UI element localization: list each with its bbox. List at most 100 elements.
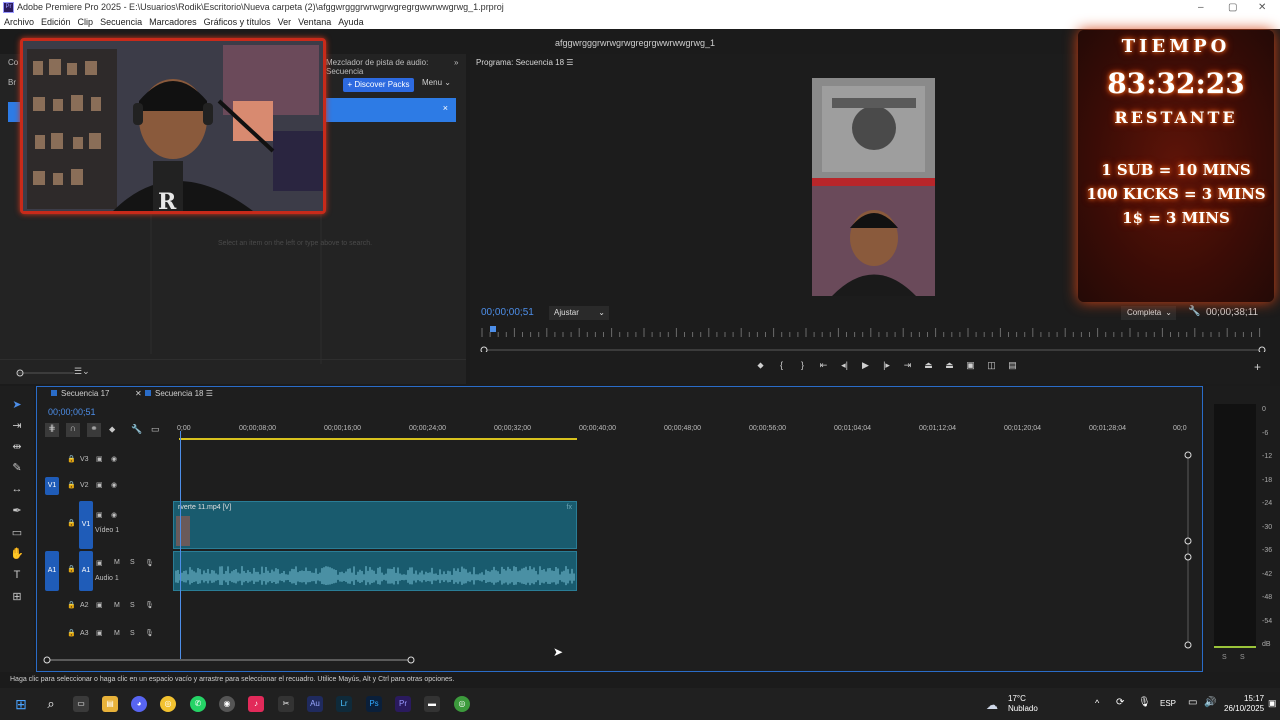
timeline-vertical-scrollbar[interactable] (1183, 449, 1193, 649)
eye-icon[interactable]: ◉ (111, 481, 117, 489)
selection-tool-icon[interactable]: ➤ (10, 398, 24, 412)
film-icon[interactable]: ▣ (96, 601, 103, 609)
mute-button[interactable]: M (114, 630, 120, 637)
lock-icon[interactable]: 🔒 (67, 601, 76, 609)
lock-icon[interactable]: 🔒 (67, 565, 76, 573)
play-icon[interactable]: ▶ (855, 360, 876, 371)
zoom-fit-select[interactable]: Ajustar ⌄ (549, 306, 609, 320)
film-icon[interactable]: ▣ (96, 511, 103, 519)
close-icon[interactable]: ✕ (1258, 0, 1266, 15)
go-to-out-icon[interactable]: ⇥ (897, 360, 918, 371)
language-indicator[interactable]: ESP (1160, 699, 1176, 708)
tab-secuencia-18[interactable]: Secuencia 18 ☰ (145, 389, 213, 398)
playhead[interactable] (180, 431, 181, 659)
pen-tool-icon[interactable]: ✒ (10, 504, 24, 518)
lock-icon[interactable]: 🔒 (67, 481, 76, 489)
captions-icon[interactable]: ▭ (151, 424, 160, 435)
audio-clip[interactable] (173, 551, 577, 591)
tiktok-icon[interactable]: ♪ (248, 696, 264, 712)
sync-icon[interactable]: ⟳ (1116, 697, 1124, 708)
premiere-icon[interactable]: Pr (395, 696, 411, 712)
step-back-icon[interactable]: ◂| (834, 360, 855, 371)
add-marker-icon[interactable]: ⬥ (750, 360, 771, 371)
microphone-icon[interactable]: 🎙 (1138, 697, 1151, 708)
task-view-icon[interactable]: ▭ (73, 696, 89, 712)
audition-icon[interactable]: Au (307, 696, 323, 712)
mark-in-icon[interactable]: { (771, 360, 792, 370)
eye-icon[interactable]: ◉ (111, 455, 117, 463)
track-label-a3[interactable]: A3 (80, 630, 89, 637)
list-view-icon[interactable]: ☰⌄ (74, 366, 90, 377)
tab-audio-mixer[interactable]: Mezclador de pista de audio: Secuencia (326, 58, 466, 76)
step-forward-icon[interactable]: |▸ (876, 360, 897, 371)
slip-tool-icon[interactable]: ↔ (10, 482, 24, 496)
solo-button[interactable]: S (130, 559, 135, 566)
chrome-icon[interactable]: ◎ (160, 696, 176, 712)
zoom-slider[interactable] (14, 368, 74, 378)
track-label-v1[interactable]: V1 (79, 501, 93, 549)
whatsapp-icon[interactable]: ✆ (190, 696, 206, 712)
weather-widget[interactable]: 17°C Nublado (1008, 694, 1038, 714)
mute-button[interactable]: M (114, 602, 120, 609)
terminal-icon[interactable]: ▬ (424, 696, 440, 712)
menu-ventana[interactable]: Ventana (294, 15, 334, 29)
wrench-icon[interactable]: 🔧 (131, 424, 142, 435)
comparison-view-icon[interactable]: ◫ (981, 360, 1002, 371)
microphone-icon[interactable]: 🎙 (145, 559, 154, 567)
menu-edicion[interactable]: Edición (37, 15, 74, 29)
film-icon[interactable]: ▣ (96, 559, 103, 567)
mute-button[interactable]: M (114, 559, 120, 566)
capcut-icon[interactable]: ✂ (278, 696, 294, 712)
tab-secuencia-17[interactable]: Secuencia 17 (51, 389, 109, 398)
obs-icon[interactable]: ◉ (219, 696, 235, 712)
file-explorer-icon[interactable]: ▤ (102, 696, 118, 712)
lock-icon[interactable]: 🔒 (67, 455, 76, 463)
film-icon[interactable]: ▣ (96, 481, 103, 489)
close-icon[interactable]: ✕ (135, 389, 142, 398)
eye-icon[interactable]: ◉ (111, 511, 117, 519)
ripple-edit-tool-icon[interactable]: ⇹ (10, 440, 24, 454)
menu-marcadores[interactable]: Marcadores (145, 15, 200, 29)
search-bar[interactable]: × (322, 98, 456, 122)
tray-chevron-up-icon[interactable]: ^ (1095, 698, 1099, 708)
linked-selection-icon[interactable]: ⚭ (87, 423, 101, 437)
solo-button[interactable]: S (130, 602, 135, 609)
maximize-icon[interactable]: ▢ (1228, 0, 1237, 15)
resolution-select[interactable]: Completa ⌄ (1121, 306, 1176, 320)
film-icon[interactable]: ▣ (96, 455, 103, 463)
mark-out-icon[interactable]: } (792, 360, 813, 370)
track-label-v3[interactable]: V3 (80, 456, 89, 463)
program-scrub-bar[interactable] (480, 346, 1266, 352)
system-clock[interactable]: 15:17 26/10/2025 (1224, 694, 1264, 714)
rectangle-tool-icon[interactable]: ▭ (10, 526, 24, 540)
lock-icon[interactable]: 🔒 (67, 629, 76, 637)
menu-secuencia[interactable]: Secuencia (96, 15, 145, 29)
panel-menu-button[interactable]: Menu ⌄ (422, 78, 451, 87)
menu-ayuda[interactable]: Ayuda (334, 15, 366, 29)
notifications-icon[interactable]: ▣ (1268, 698, 1277, 709)
menu-ver[interactable]: Ver (274, 15, 295, 29)
windows-start-icon[interactable]: ⊞ (13, 696, 29, 712)
panel-overflow-icon[interactable]: » (454, 58, 458, 67)
microphone-icon[interactable]: 🎙 (145, 629, 154, 637)
film-icon[interactable]: ▣ (96, 629, 103, 637)
hand-tool-icon[interactable]: ✋ (10, 547, 24, 561)
snap-icon[interactable]: ∩ (66, 423, 80, 437)
meter-solo-right[interactable]: S (1240, 654, 1245, 661)
discover-packs-button[interactable]: + Discover Packs (343, 78, 414, 92)
track-label-v2[interactable]: V2 (80, 482, 89, 489)
menu-graficos[interactable]: Gráficos y títulos (200, 15, 274, 29)
timeline-horizontal-scrollbar[interactable] (37, 655, 437, 665)
timeline-current-timecode[interactable]: 00;00;00;51 (48, 407, 96, 417)
network-icon[interactable]: ▭ (1188, 697, 1197, 708)
add-button-icon[interactable]: + (1254, 360, 1261, 374)
chrome-profile-icon[interactable]: ◎ (454, 696, 470, 712)
razor-tool-icon[interactable]: ✎ (10, 461, 24, 475)
program-time-ruler[interactable] (478, 326, 1268, 338)
track-select-tool-icon[interactable]: ⇥ (10, 419, 24, 433)
search-icon[interactable]: ⌕ (43, 696, 59, 712)
program-monitor-title[interactable]: Programa: Secuencia 18 ☰ (476, 58, 573, 67)
tab-partial-b[interactable]: Br (8, 78, 16, 87)
extract-icon[interactable]: ⏏ (939, 360, 960, 371)
program-playhead[interactable] (490, 326, 496, 332)
